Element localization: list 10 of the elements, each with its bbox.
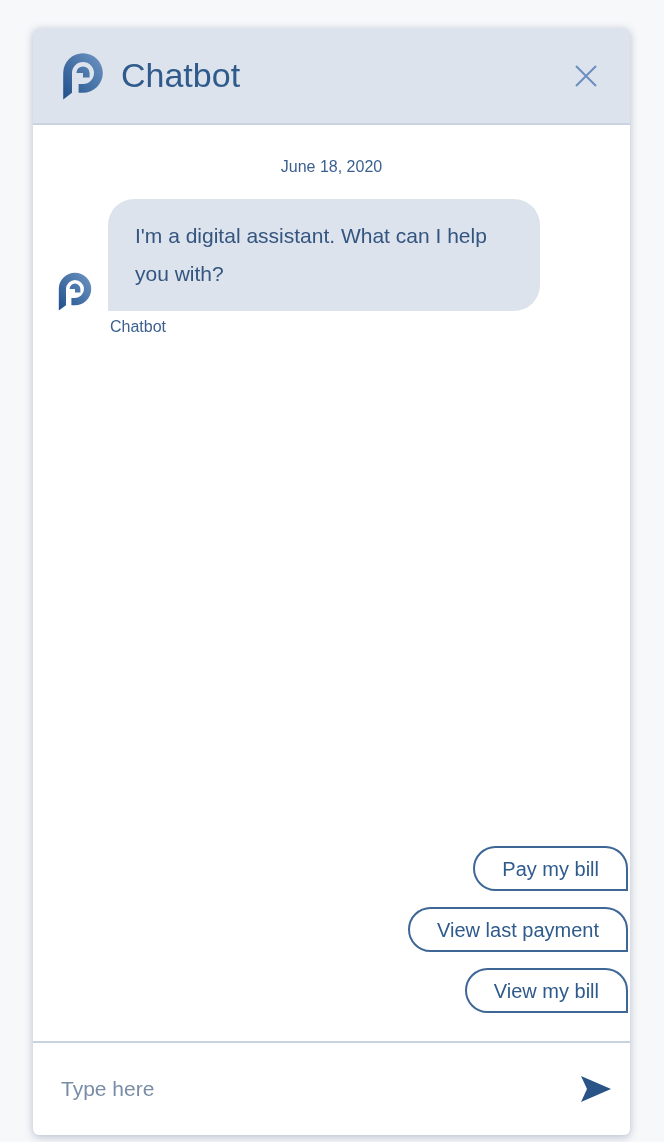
quick-reply-button[interactable]: View my bill <box>464 968 628 1013</box>
window-title: Chatbot <box>121 55 241 96</box>
logo-icon <box>61 51 105 100</box>
date-label: June 18, 2020 <box>280 157 383 177</box>
sender-name: Chatbot <box>110 317 168 337</box>
avatar-icon <box>57 271 93 311</box>
quick-reply-button[interactable]: Pay my bill <box>473 846 628 891</box>
message-bubble: I'm a digital assistant. What can I help you with? <box>108 199 540 311</box>
message-input[interactable]: Type here <box>61 1073 578 1105</box>
quick-reply-button[interactable]: View last payment <box>408 907 628 952</box>
